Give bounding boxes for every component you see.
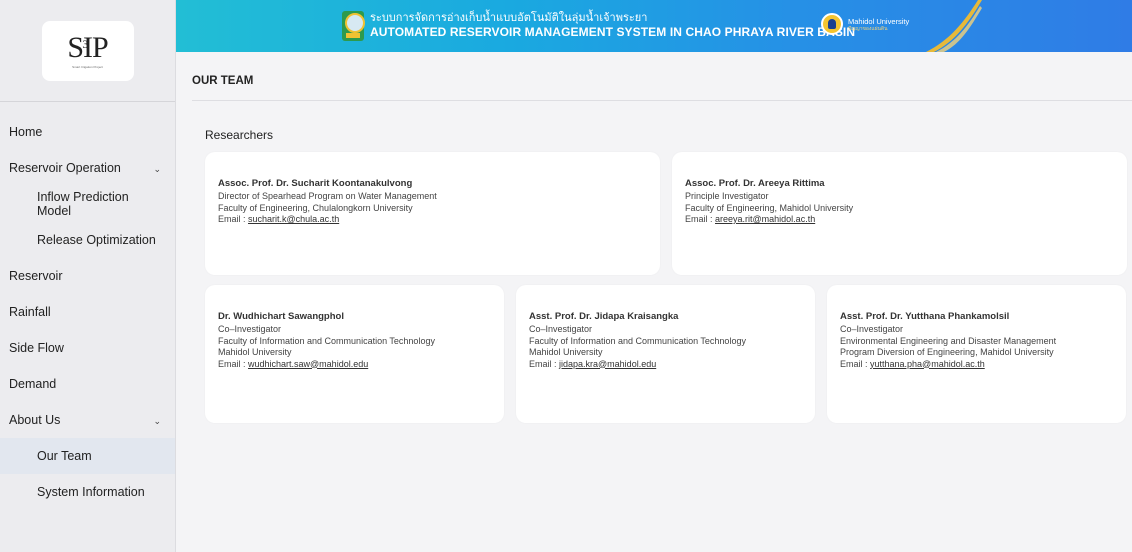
- sidebar-item-label: Inflow Prediction Model: [37, 190, 129, 218]
- university-motto: ปัญญาของแผ่นดิน: [848, 25, 888, 32]
- researcher-detail: Faculty of Information and Communication…: [218, 335, 435, 346]
- email-label: Email :: [218, 358, 249, 369]
- researcher-name: Assoc. Prof. Dr. Sucharit Koontanakulvon…: [218, 178, 413, 189]
- researcher-card: Dr. Wudhichart Sawangphol Co–Investigator…: [205, 285, 504, 423]
- researcher-card: Asst. Prof. Dr. Jidapa Kraisangka Co–Inve…: [516, 285, 815, 423]
- researcher-detail: Principle Investigator: [685, 191, 769, 201]
- mahidol-logo: Mahidol University ปัญญาของแผ่นดิน: [821, 13, 909, 35]
- researcher-detail: Director of Spearhead Program on Water M…: [218, 191, 437, 201]
- researcher-detail: Co–Investigator: [218, 324, 282, 334]
- email-label: Email :: [218, 214, 249, 224]
- researcher-name: Asst. Prof. Dr. Jidapa Kraisangka: [529, 311, 679, 322]
- sidebar-item-label: Side Flow: [9, 341, 64, 355]
- sidebar-item-system-information[interactable]: System Information: [0, 474, 175, 510]
- email-label: Email :: [840, 358, 871, 369]
- logo-area: S 3 IP Smart Irrigation Project: [0, 0, 175, 102]
- researcher-detail: Co–Investigator: [840, 324, 904, 334]
- researcher-card: Assoc. Prof. Dr. Sucharit Koontanakulvon…: [205, 152, 660, 275]
- chevron-down-icon: ⌄: [153, 416, 161, 426]
- sidebar-item-label: Reservoir: [9, 269, 63, 283]
- researcher-email-row: Email : areeya.rit@mahidol.ac.th: [685, 214, 1113, 226]
- sidebar-item-label: Reservoir Operation: [9, 161, 121, 175]
- researcher-detail: Environmental Engineering and Disaster M…: [840, 335, 1057, 346]
- sidebar-nav: Home Reservoir Operation ⌄ Inflow Predictio…: [0, 102, 175, 510]
- researcher-detail: Faculty of Information and Communication…: [529, 335, 746, 346]
- sidebar-item-reservoir[interactable]: Reservoir: [0, 258, 175, 294]
- sidebar-item-label: Our Team: [37, 449, 92, 463]
- sidebar-item-about-us[interactable]: About Us ⌄: [0, 402, 175, 438]
- header-banner: ระบบการจัดการอ่างเก็บน้ำแบบอัตโนมัติในลุ…: [176, 0, 1132, 52]
- email-link[interactable]: yutthana.pha@mahidol.ac.th: [870, 359, 985, 369]
- section-label-researchers: Researchers: [205, 128, 274, 142]
- sidebar-item-label: Demand: [9, 377, 57, 391]
- page-title: OUR TEAM: [192, 75, 254, 87]
- sidebar-item-inflow-prediction-model[interactable]: Inflow Prediction Model: [0, 186, 175, 222]
- researcher-detail: Mahidol University: [529, 347, 603, 357]
- email-link[interactable]: sucharit.k@chula.ac.th: [248, 214, 339, 224]
- header-title-thai: ระบบการจัดการอ่างเก็บน้ำแบบอัตโนมัติในลุ…: [370, 12, 648, 24]
- sidebar-item-reservoir-operation[interactable]: Reservoir Operation ⌄: [0, 150, 175, 186]
- main-content: OUR TEAM Researchers Assoc. Prof. Dr. Su…: [176, 52, 1132, 552]
- sidebar-item-home[interactable]: Home: [0, 114, 175, 150]
- mahidol-seal-icon: [821, 13, 843, 35]
- chevron-down-icon: ⌄: [153, 164, 161, 174]
- university-name: Mahidol University: [848, 16, 910, 26]
- researcher-detail: Faculty of Engineering, Mahidol Universi…: [685, 202, 854, 213]
- email-label: Email :: [529, 358, 560, 369]
- researcher-card: Assoc. Prof. Dr. Areeya Rittima Principle…: [672, 152, 1127, 275]
- sidebar-item-label: Release Optimization: [37, 233, 156, 247]
- email-link[interactable]: wudhichart.saw@mahidol.edu: [248, 359, 368, 369]
- researcher-email-row: Email : jidapa.kra@mahidol.edu: [529, 359, 801, 371]
- sidebar-item-label: Home: [9, 125, 43, 139]
- researcher-email-row: Email : sucharit.k@chula.ac.th: [218, 214, 646, 226]
- researcher-name: Asst. Prof. Dr. Yutthana Phankamolsil: [840, 311, 1010, 322]
- sidebar-item-side-flow[interactable]: Side Flow: [0, 330, 175, 366]
- thailand-research-emblem-icon: [342, 11, 365, 41]
- researcher-detail: Program Diversion of Engineering, Mahido…: [840, 347, 1054, 357]
- sidebar-item-rainfall[interactable]: Rainfall: [0, 294, 175, 330]
- sidebar-item-label: Rainfall: [9, 305, 51, 319]
- sidebar-item-release-optimization[interactable]: Release Optimization: [0, 222, 175, 258]
- logo-text: S 3 IP: [67, 30, 108, 64]
- header-title-english: AUTOMATED RESERVOIR MANAGEMENT SYSTEM IN…: [370, 25, 856, 39]
- s3ip-logo[interactable]: S 3 IP Smart Irrigation Project: [41, 20, 134, 81]
- title-divider: [192, 100, 1132, 101]
- header-title-group: ระบบการจัดการอ่างเก็บน้ำแบบอัตโนมัติในลุ…: [342, 11, 855, 41]
- researcher-detail: Faculty of Engineering, Chulalongkorn Un…: [218, 202, 413, 213]
- researcher-email-row: Email : wudhichart.saw@mahidol.edu: [218, 359, 490, 371]
- researcher-detail: Co–Investigator: [529, 324, 593, 334]
- email-link[interactable]: jidapa.kra@mahidol.edu: [559, 359, 656, 369]
- researcher-name: Assoc. Prof. Dr. Areeya Rittima: [685, 178, 825, 189]
- sidebar-item-label: System Information: [37, 485, 145, 499]
- researcher-name: Dr. Wudhichart Sawangphol: [218, 311, 344, 322]
- email-link[interactable]: areeya.rit@mahidol.ac.th: [715, 214, 815, 224]
- researcher-email-row: Email : yutthana.pha@mahidol.ac.th: [840, 359, 1112, 371]
- gold-swoosh-icon: [926, 0, 982, 52]
- email-label: Email :: [685, 214, 716, 224]
- sidebar-item-label: About Us: [9, 413, 61, 427]
- sidebar-item-our-team[interactable]: Our Team: [0, 438, 175, 474]
- researcher-card: Asst. Prof. Dr. Yutthana Phankamolsil Co–…: [827, 285, 1126, 423]
- researcher-detail: Mahidol University: [218, 347, 292, 357]
- sidebar-item-demand[interactable]: Demand: [0, 366, 175, 402]
- sidebar: S 3 IP Smart Irrigation Project Home Reserv…: [0, 0, 176, 552]
- logo-caption: Smart Irrigation Project: [72, 64, 103, 69]
